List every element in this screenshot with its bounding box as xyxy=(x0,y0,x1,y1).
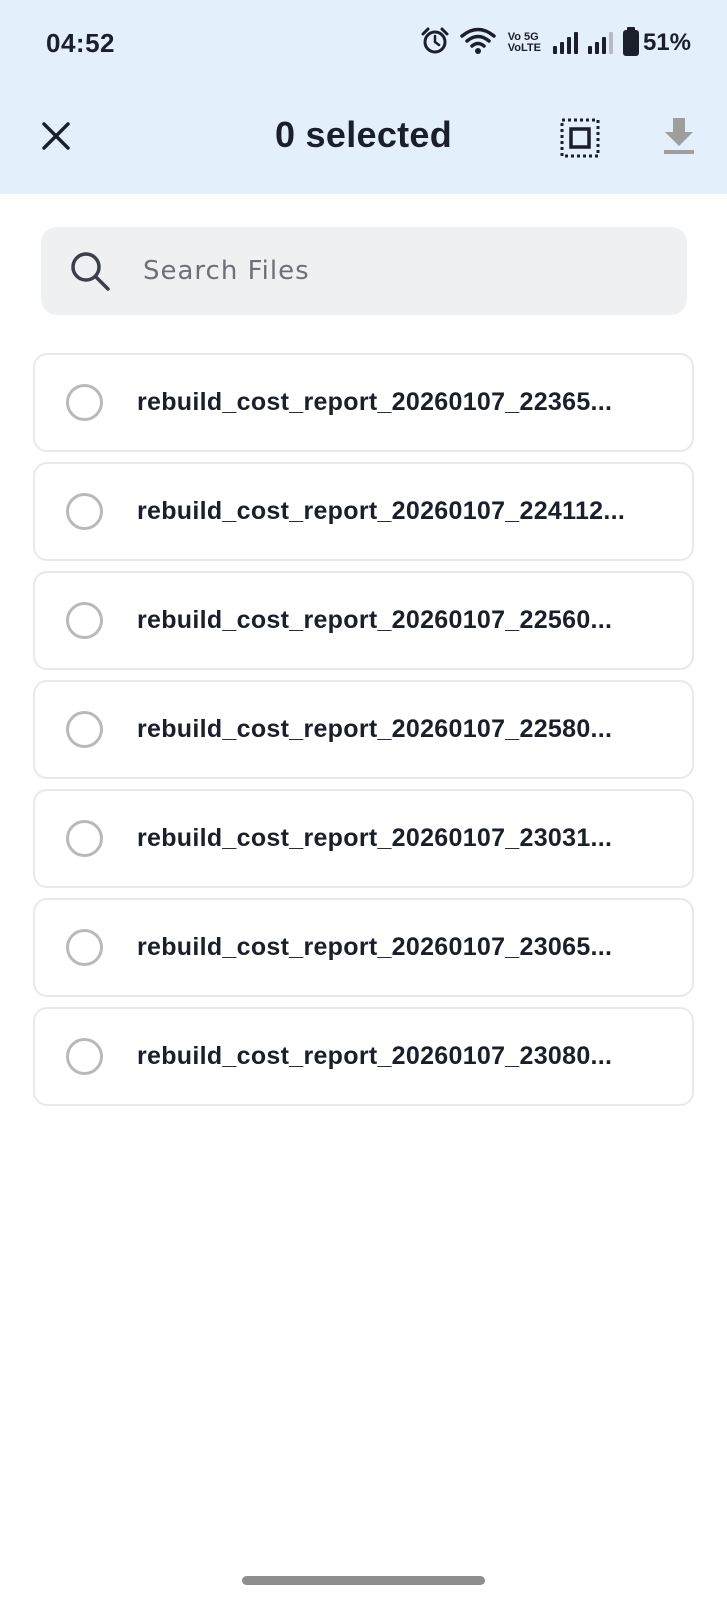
radio-button[interactable] xyxy=(66,1038,103,1075)
file-item[interactable]: rebuild_cost_report_20260107_23031... xyxy=(33,789,694,888)
home-indicator[interactable] xyxy=(242,1576,485,1585)
file-item[interactable]: rebuild_cost_report_20260107_22365... xyxy=(33,353,694,452)
file-name: rebuild_cost_report_20260107_22580... xyxy=(137,715,613,743)
radio-button[interactable] xyxy=(66,493,103,530)
file-item[interactable]: rebuild_cost_report_20260107_23080... xyxy=(33,1007,694,1106)
download-button[interactable] xyxy=(655,112,703,160)
wifi-icon xyxy=(460,27,496,60)
header: 04:52 Vo 5G VoLTE 51% 0 selected xyxy=(0,0,727,194)
file-name: rebuild_cost_report_20260107_22560... xyxy=(137,606,613,634)
alarm-icon xyxy=(420,26,450,61)
battery-percentage: 51% xyxy=(642,29,691,56)
file-item[interactable]: rebuild_cost_report_20260107_23065... xyxy=(33,898,694,997)
radio-button[interactable] xyxy=(66,711,103,748)
select-all-icon xyxy=(560,118,600,158)
signal-icon xyxy=(552,32,578,54)
status-time: 04:52 xyxy=(46,28,115,58)
signal-icon-2 xyxy=(587,32,613,54)
file-name: rebuild_cost_report_20260107_224112... xyxy=(137,497,626,525)
download-icon xyxy=(664,118,694,154)
search-input[interactable] xyxy=(143,256,623,286)
radio-button[interactable] xyxy=(66,820,103,857)
battery-status: 51% xyxy=(622,27,691,57)
radio-button[interactable] xyxy=(66,384,103,421)
search-bar[interactable] xyxy=(41,227,687,315)
file-list: rebuild_cost_report_20260107_22365... re… xyxy=(33,353,694,1116)
radio-button[interactable] xyxy=(66,929,103,966)
file-item[interactable]: rebuild_cost_report_20260107_22580... xyxy=(33,680,694,779)
file-name: rebuild_cost_report_20260107_23080... xyxy=(137,1042,613,1070)
volte-icon: Vo 5G VoLTE xyxy=(507,31,541,54)
search-icon xyxy=(65,246,115,296)
file-name: rebuild_cost_report_20260107_23065... xyxy=(137,933,613,961)
file-name: rebuild_cost_report_20260107_22365... xyxy=(137,388,613,416)
page-title: 0 selected xyxy=(274,114,453,155)
radio-button[interactable] xyxy=(66,602,103,639)
file-item[interactable]: rebuild_cost_report_20260107_224112... xyxy=(33,462,694,561)
file-item[interactable]: rebuild_cost_report_20260107_22560... xyxy=(33,571,694,670)
status-icons: Vo 5G VoLTE 51% xyxy=(420,26,691,60)
file-name: rebuild_cost_report_20260107_23031... xyxy=(137,824,613,852)
battery-icon xyxy=(622,27,639,56)
select-all-button[interactable] xyxy=(556,114,604,162)
